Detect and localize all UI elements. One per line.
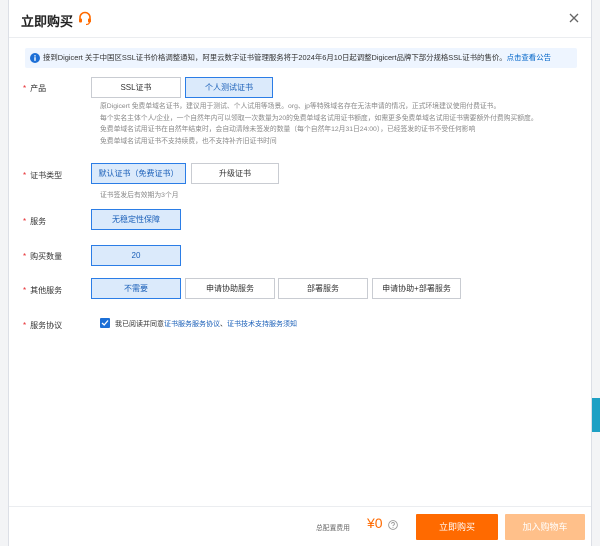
dialog-title: 立即购买 <box>21 14 74 29</box>
required-mark: * <box>23 217 27 226</box>
required-mark: * <box>23 252 27 261</box>
other-services-label: * 其他服务 <box>23 286 63 295</box>
floating-side-tab[interactable] <box>592 398 600 432</box>
total-fee-label: 总配置费用 <box>316 525 350 532</box>
required-mark: * <box>23 321 27 330</box>
product-help-line: 免费单域名试用证书不支持续费，也不支持补齐旧证书时间 <box>100 137 277 145</box>
quantity-field[interactable]: 20 <box>91 245 181 266</box>
headset-icon[interactable] <box>77 10 93 26</box>
help-circle-icon[interactable] <box>388 520 398 530</box>
product-option-ssl[interactable]: SSL证书 <box>91 77 181 98</box>
other-services-option-assist-deploy[interactable]: 申请协助+部署服务 <box>372 278 461 299</box>
add-to-cart-button[interactable]: 加入购物车 <box>505 514 585 540</box>
agreement-checkbox[interactable] <box>100 318 110 328</box>
total-fee-value: ¥0 <box>367 515 383 531</box>
agreement-separator: 、 <box>220 321 227 328</box>
product-option-personal-test[interactable]: 个人测试证书 <box>185 77 273 98</box>
quantity-label: * 购买数量 <box>23 252 63 261</box>
product-help-line: 每个实名主体个人/企业，一个自然年内可以领取一次数量为20的免费单域名试用证书额… <box>100 114 538 122</box>
service-option-no-sla[interactable]: 无稳定性保障 <box>91 209 181 230</box>
agreement-label: * 服务协议 <box>23 321 63 330</box>
buy-now-button[interactable]: 立即购买 <box>416 514 498 540</box>
other-services-option-assist[interactable]: 申请协助服务 <box>185 278 275 299</box>
cert-type-label: * 证书类型 <box>23 171 63 180</box>
notice-banner: 接到Digicert 关于中国区SSL证书价格调整通知，阿里云数字证书管理服务将… <box>25 48 577 68</box>
product-help-line: 原Digicert 免费单域名证书，建议用于测试、个人试用等场景。org、jp等… <box>100 103 501 110</box>
background-page-edge-left <box>0 0 8 546</box>
check-icon <box>101 320 109 326</box>
other-services-option-deploy[interactable]: 部署服务 <box>278 278 368 299</box>
required-mark: * <box>23 171 27 180</box>
background-page-edge-right <box>592 0 600 546</box>
required-mark: * <box>23 286 27 295</box>
dialog-footer: 总配置费用 ¥0 立即购买 加入购物车 <box>9 506 591 546</box>
product-help-line: 免费单域名试用证书在自然年结束时，会自动清除未签发的数量（每个自然年12月31日… <box>100 126 476 133</box>
service-label: * 服务 <box>23 217 47 226</box>
notice-text: 接到Digicert 关于中国区SSL证书价格调整通知，阿里云数字证书管理服务将… <box>43 53 507 62</box>
notice-link[interactable]: 点击查看公告 <box>507 53 551 62</box>
other-services-option-none[interactable]: 不需要 <box>91 278 181 299</box>
agreement-prefix: 我已阅读并同意 <box>115 321 164 328</box>
dialog-header: 立即购买 <box>9 0 591 38</box>
product-label: * 产品 <box>23 84 47 93</box>
purchase-dialog: 立即购买 接到Digicert 关于中国区SSL证书价格调整通知，阿里云数字证书… <box>8 0 592 546</box>
required-mark: * <box>23 84 27 93</box>
agreement-link-service[interactable]: 证书服务服务协议 <box>164 321 220 328</box>
close-icon[interactable] <box>567 11 581 25</box>
agreement-row: 我已阅读并同意证书服务服务协议、证书技术支持服务须知 <box>100 318 297 330</box>
info-icon <box>30 53 40 63</box>
agreement-link-support[interactable]: 证书技术支持服务须知 <box>227 321 297 328</box>
cert-type-option-upgrade[interactable]: 升级证书 <box>191 163 279 184</box>
cert-type-option-default[interactable]: 默认证书（免费证书） <box>91 163 186 184</box>
product-help: 原Digicert 免费单域名证书，建议用于测试、个人试用等场景。org、jp等… <box>100 101 538 147</box>
cert-type-help: 证书签发后有效期为3个月 <box>100 192 179 199</box>
